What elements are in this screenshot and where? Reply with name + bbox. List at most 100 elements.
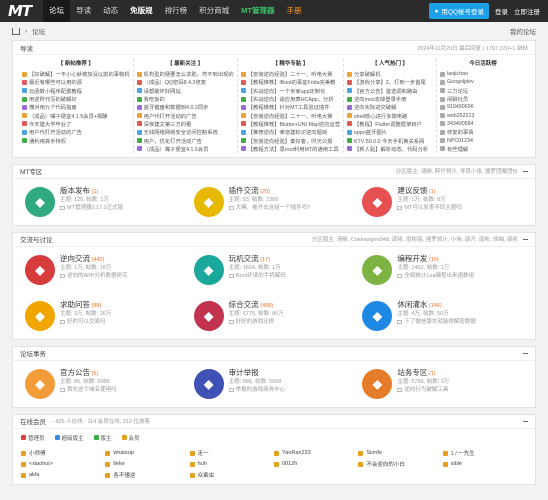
guide-item[interactable]: Googoljdev [440,78,526,86]
guide-item[interactable]: 【教程推荐】针对MT工具验证插件 [240,103,340,111]
guide-item[interactable]: 【游戏分享】2、打到一步首尾 [347,78,433,86]
collapse-icon[interactable] [523,170,528,172]
online-user[interactable]: 小师傅 [21,449,105,458]
forum-last-post[interactable]: MT管理器2.17.0正式版 [60,204,123,212]
online-user[interactable]: whatsup [105,449,189,458]
online-user[interactable]: <xiaohui> [21,460,105,469]
forum-card[interactable]: ◆ 版本发布 (1) 主题: 120, 帖数: 1万 MT管理器2.17.0正式版 [21,183,190,221]
online-user[interactable]: YanRan233 [274,449,358,458]
forum-card[interactable]: ◆ 求助问答 (88) 主题: 3万, 帖数: 26万 好的可以交易吗 [21,297,190,335]
forum-card[interactable]: ◆ 逆向交流 (442) 主题: 1万, 帖数: 18万 逆向的APP分析数据研究 [21,251,190,289]
forum-icon[interactable]: ◆ [25,368,55,399]
guide-item[interactable]: 【安装逆向经验】二十一、听电大赛 [240,111,340,120]
forum-name[interactable]: 休闲灌水 (146) [397,300,476,310]
forum-last-post[interactable]: 举报的游戏商务中心 [228,386,285,394]
guide-item[interactable]: 【推荐逆向】某道建标识逆向题目 [240,128,340,136]
forum-icon[interactable]: ◆ [362,186,393,217]
guide-item[interactable]: 云函数小程序配置教程 [22,87,130,95]
breadcrumb-forum[interactable]: 论坛 [32,26,45,36]
guide-item[interactable]: 分享破解机 [347,70,433,78]
guide-item[interactable]: 今天建大学毕业了 [22,120,130,128]
forum-card[interactable]: ◆ 审计举报 主题: 886, 帖数: 5008 举报的游戏商务中心 [190,365,359,403]
forum-name[interactable]: 逆向交流 (442) [60,254,128,264]
forum-icon[interactable]: ◆ [362,254,393,285]
guide-item[interactable]: 请帮破坏好网站 [136,87,234,95]
forum-last-post[interactable]: 首先这个域名使用吗 [60,386,117,394]
forum-name[interactable]: 插件交流 (20) [229,186,311,196]
forum-last-post[interactable]: MT可以发表不同主题吗 [397,204,462,212]
login-link[interactable]: 登录 [495,6,508,16]
guide-item[interactable]: （成品）QQ密码8.4.2修复 [136,78,234,86]
guide-item[interactable]: 我吃饭的 [136,95,234,103]
forum-icon[interactable]: ◆ [193,300,224,331]
nav-activity[interactable]: 动态 [97,0,124,22]
forum-icon[interactable]: ◆ [193,368,224,399]
forum-name[interactable]: 编程开发 (19) [397,254,474,264]
guide-item[interactable]: 有些理解 [440,145,526,153]
guide-item[interactable]: 逆向mos去掉登录手册 [347,95,433,103]
forum-icon[interactable]: ◆ [362,300,393,331]
online-user[interactable]: huh [189,460,274,469]
forum-name[interactable]: 版本发布 (1) [60,186,123,196]
nav-guide[interactable]: 导读 [70,0,97,22]
guide-item[interactable]: web252213 [440,111,526,119]
guide-item[interactable]: 【教程】Flutter调整框架转户 [347,120,433,128]
guide-item[interactable]: 逆向实际进交破解 [347,103,433,111]
online-user[interactable]: 各不懂逆 [105,471,189,480]
guide-item[interactable]: 闲聊社员 [440,95,526,103]
nav-ranking[interactable]: 排行榜 [159,0,194,22]
online-user[interactable]: 不会逆向的小白 [358,460,442,469]
guide-item[interactable]: 【教程方法】思root利用MT的通用工具 [240,145,340,153]
forum-name[interactable]: 站务专区 (1) [397,368,449,378]
online-user[interactable]: 走一 [189,449,274,458]
forum-name[interactable]: 综合交流 (458) [229,300,284,310]
guide-item[interactable]: shell核心进行多端电路 [347,111,433,120]
forum-last-post[interactable]: Root环境的手机解码 [228,272,286,280]
forum-name[interactable]: 审计举报 [229,368,286,378]
online-user[interactable]: Sionfe [358,449,442,458]
guide-item[interactable]: 最近有哪些可以用的源 [22,78,130,86]
guide-item[interactable]: 懂对用九个代码指南 [22,103,130,111]
online-user[interactable]: 众乘虫 [189,471,274,480]
online-user[interactable]: lleke [105,460,189,469]
online-user[interactable]: akfa [21,471,105,480]
forum-name[interactable]: 玩机交流 (17) [229,254,286,264]
nav-forum[interactable]: 论坛 [43,0,71,22]
forum-card[interactable]: ◆ 休闲灌水 (146) 主题: 4万, 帖数: 50万 下了微信版本就能得解密数据 [358,297,527,335]
forum-card[interactable]: ◆ 综合交流 (458) 主题: 6775, 帖数: 80万 好好的游戏比例 [190,297,359,335]
collapse-icon[interactable] [523,238,528,240]
forum-last-post[interactable]: 大模、被开去这组一个插件吗? [228,204,310,212]
guide-item[interactable]: 通利用高手特权 [22,136,130,145]
forum-icon[interactable]: ◆ [25,186,55,217]
collapse-icon[interactable] [523,352,528,354]
guide-item[interactable]: 深夜建文第三方的看 [136,120,234,128]
guide-item[interactable]: 三力论坛 [440,87,526,95]
forum-name[interactable]: 求助问答 (88) [60,300,111,310]
guide-item[interactable]: 【教程推荐】iBoot的事宜Frida完美教 [240,78,340,86]
guide-item[interactable]: 【安装逆向经验】秦好客，时光公报 [240,136,340,145]
guide-item[interactable]: KTV 50.0.0 今天手机换关系网 [347,136,433,145]
forum-last-post[interactable]: 好的可以交易吗 [60,318,111,326]
guide-item[interactable]: 无线网络网络安全访问控制系统 [136,128,234,136]
forum-card[interactable]: ◆ 编程开发 (19) 主题: 1462, 帖数: 1万 全局统计Lua编程出来函数组 [358,251,527,289]
register-link[interactable]: 立即注册 [514,6,540,16]
guide-item[interactable]: NPC01234 [440,136,526,144]
nav-points-mall[interactable]: 积分商城 [193,0,235,22]
forum-last-post[interactable]: 逆向的APP分析数据研究 [60,272,128,280]
online-user[interactable]: 0012h [274,460,358,469]
guide-item[interactable]: 【好破解】一不小心就被加没以前的事物机 [22,70,130,78]
guide-item[interactable]: 用户代打开活动的广告 [22,128,130,136]
guide-item[interactable]: 【实战逆向】一个米家app定制化 [240,87,340,95]
forum-icon[interactable]: ◆ [193,186,224,217]
forum-icon[interactable]: ◆ [362,368,393,399]
nav-manual[interactable]: 手册 [281,0,308,22]
forum-icon[interactable]: ◆ [25,300,55,331]
guide-item[interactable]: 蓝牙键盘和数据到4.0.2同步 [136,103,234,111]
nav-rules[interactable]: 免版规 [124,0,159,22]
forum-last-post[interactable]: 好好的游戏比例 [228,318,284,326]
online-user[interactable]: xible [442,460,527,469]
forum-name[interactable]: 官方公告 (5) [60,368,117,378]
collapse-icon[interactable] [523,420,528,422]
forum-card[interactable]: ◆ 插件交流 (20) 主题: 53, 帖数: 2389 大模、被开去这组一个插件吗? [190,183,359,221]
guide-item[interactable]: 用户，优化打开活动广告 [136,136,234,145]
